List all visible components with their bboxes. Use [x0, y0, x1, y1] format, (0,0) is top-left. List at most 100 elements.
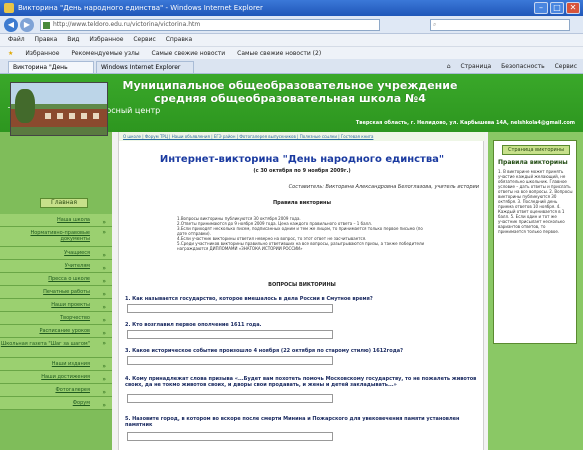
- top-links[interactable]: О школе | Форум ТРЦ | Наши объявления | …: [119, 132, 485, 141]
- tab-victorina[interactable]: Викторина "День наро...: [8, 61, 94, 83]
- page-icon: [43, 22, 50, 29]
- left-menu-label: Наши достижения: [41, 374, 90, 380]
- left-menu-item[interactable]: Расписание уроков»: [0, 325, 112, 338]
- left-menu-item[interactable]: Наши достижения»: [0, 371, 112, 384]
- left-menu: Наша школа» Нормативно-правовые документы…: [0, 214, 112, 410]
- maximize-button[interactable]: □: [550, 2, 564, 14]
- close-button[interactable]: ✕: [566, 2, 580, 14]
- left-menu-item[interactable]: Творчество»: [0, 312, 112, 325]
- tab-bar: Викторина "День наро... Windows Internet…: [0, 59, 583, 83]
- window-titlebar: Викторина "День народного единства" - Wi…: [0, 0, 583, 16]
- menu-help[interactable]: Справка: [166, 36, 192, 43]
- rules-panel-text: 1. В викторине может принять участие каж…: [498, 169, 573, 234]
- quiz-title: Интернет-викторина "День народного единс…: [159, 154, 445, 165]
- favorites-item[interactable]: Самые свежие новости (2): [237, 50, 321, 57]
- left-menu-label: Нормативно-правовые документы: [30, 230, 90, 242]
- rule-item: 3.Если приходят несколько писем, подписа…: [177, 226, 423, 236]
- web-page: Муниципальное общеобразовательное учрежд…: [0, 74, 583, 450]
- answer-4-input[interactable]: [127, 394, 333, 403]
- left-menu-label: Наши проекты: [51, 302, 90, 308]
- left-menu-label: Расписание уроков: [39, 328, 90, 334]
- tool-page[interactable]: Страница: [460, 63, 491, 70]
- left-menu-item[interactable]: Нормативно-правовые документы »: [0, 227, 112, 247]
- left-menu-label: Учителям: [64, 263, 90, 269]
- rules-panel: Страница викторины Правила викторины 1. …: [493, 140, 577, 344]
- left-menu-label: Пресса о школе: [48, 276, 90, 282]
- quiz-page-button[interactable]: Страница викторины: [502, 145, 570, 155]
- forward-button[interactable]: ▶: [20, 18, 34, 32]
- question-5: 5. Назовите город, в котором во вскоре п…: [125, 416, 460, 428]
- favorites-item[interactable]: Рекомендуемые узлы: [71, 50, 139, 57]
- banner-title: Муниципальное общеобразовательное учрежд…: [70, 79, 510, 105]
- left-menu-label: Печатные работы: [43, 289, 90, 295]
- question-4: 4. Кому принадлежат слова призыва «...Бу…: [125, 376, 477, 388]
- favorites-item[interactable]: Самые свежие новости: [152, 50, 226, 57]
- tab-ie[interactable]: Windows Internet Explorer 8...: [96, 61, 194, 83]
- questions-heading: ВОПРОСЫ ВИКТОРИНЫ: [268, 282, 336, 288]
- answer-2-input[interactable]: [127, 330, 333, 339]
- address-input[interactable]: http://www.teldoro.edu.ru/victorina/vict…: [40, 19, 380, 31]
- left-menu-label: Творчество: [60, 315, 90, 321]
- quiz-author: Составитель: Викторина Александровна Бел…: [288, 184, 479, 190]
- chevron-right-icon: »: [102, 402, 106, 409]
- left-menu-item[interactable]: Пресса о школе»: [0, 273, 112, 286]
- window-title: Викторина "День народного единства" - Wi…: [18, 4, 263, 12]
- tree-shape: [15, 89, 35, 123]
- minimize-button[interactable]: –: [534, 2, 548, 14]
- building-window: [93, 113, 99, 119]
- question-1: 1. Как называется государство, которое в…: [125, 296, 373, 302]
- back-button[interactable]: ◀: [4, 18, 18, 32]
- banner-title-line1: Муниципальное общеобразовательное учрежд…: [122, 79, 458, 92]
- building-window: [81, 113, 87, 119]
- menu-view[interactable]: Вид: [67, 36, 79, 43]
- left-menu-item[interactable]: Наши издания»: [0, 358, 112, 371]
- left-menu-item[interactable]: Учителям»: [0, 260, 112, 273]
- favorites-star-icon[interactable]: ★: [8, 50, 13, 57]
- answer-1-input[interactable]: [127, 304, 333, 313]
- rules-panel-title: Правила викторины: [498, 159, 568, 166]
- building-window: [69, 113, 75, 119]
- rules-list: 1.Вопросы викторины публикуются 30 октяб…: [177, 216, 427, 251]
- menu-edit[interactable]: Правка: [35, 36, 58, 43]
- left-menu-label: Фотогалерея: [55, 387, 90, 393]
- left-menu-label: Школьная газета "Шаг за шагом": [0, 341, 90, 347]
- left-menu-label: Наши издания: [51, 361, 90, 367]
- chevron-right-icon: »: [102, 340, 106, 347]
- search-input[interactable]: ⌕: [430, 19, 570, 31]
- left-menu-item[interactable]: Наша школа»: [0, 214, 112, 227]
- menu-tools[interactable]: Сервис: [133, 36, 155, 43]
- answer-5-input[interactable]: [127, 432, 333, 441]
- menu-favorites[interactable]: Избранное: [89, 36, 123, 43]
- left-menu-item[interactable]: Учащиеся»: [0, 247, 112, 260]
- left-menu-item[interactable]: Форум »: [0, 397, 112, 410]
- building-window: [57, 113, 63, 119]
- chevron-right-icon: »: [102, 229, 106, 236]
- search-icon: ⌕: [433, 21, 437, 28]
- left-menu-item[interactable]: Школьная газета "Шаг за шагом" »: [0, 338, 112, 358]
- banner-title-line2: средняя общеобразовательная школа №4: [154, 92, 426, 105]
- answer-3-input[interactable]: [127, 356, 333, 365]
- command-bar: ⌂ Страница Безопасность Сервис: [439, 59, 577, 74]
- ie-app-icon: [4, 3, 14, 13]
- school-address: Тверская область, г. Нелидово, ул. Карбы…: [355, 120, 575, 126]
- question-2: 2. Кто возглавил первое ополчение 1611 г…: [125, 322, 262, 328]
- left-menu-item[interactable]: Фотогалерея»: [0, 384, 112, 397]
- question-3: 3. Какое историческое событие произошло …: [125, 348, 404, 354]
- building-window: [45, 113, 51, 119]
- home-button[interactable]: Главная: [40, 198, 88, 208]
- left-menu-label: Учащиеся: [64, 250, 90, 256]
- left-menu-label: Наша школа: [57, 217, 90, 223]
- left-menu-item[interactable]: Печатные работы»: [0, 286, 112, 299]
- rules-heading: Правила викторины: [272, 200, 332, 206]
- left-menu-label: Форум: [72, 400, 90, 406]
- home-icon[interactable]: ⌂: [447, 63, 451, 70]
- favorites-bar: ★ Избранное Рекомендуемые узлы Самые све…: [0, 46, 583, 59]
- tool-safety[interactable]: Безопасность: [501, 63, 545, 70]
- tool-service[interactable]: Сервис: [555, 63, 577, 70]
- menu-bar: Файл Правка Вид Избранное Сервис Справка: [0, 34, 583, 46]
- window-controls: – □ ✕: [534, 2, 580, 14]
- menu-file[interactable]: Файл: [8, 36, 25, 43]
- school-photo: [10, 82, 108, 136]
- favorites-label[interactable]: Избранное: [25, 50, 59, 57]
- left-menu-item[interactable]: Наши проекты»: [0, 299, 112, 312]
